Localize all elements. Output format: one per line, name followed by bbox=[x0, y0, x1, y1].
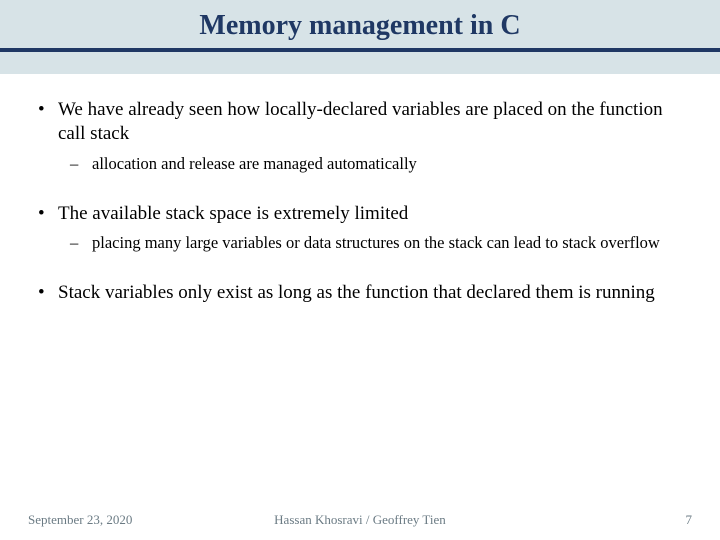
title-band-bottom bbox=[0, 52, 720, 74]
slide: Memory management in C We have already s… bbox=[0, 0, 720, 540]
slide-footer: September 23, 2020 Hassan Khosravi / Geo… bbox=[0, 512, 720, 540]
bullet-item: We have already seen how locally-declare… bbox=[36, 98, 684, 174]
sub-bullet-item: allocation and release are managed autom… bbox=[64, 153, 684, 174]
sub-bullet-list: allocation and release are managed autom… bbox=[58, 153, 684, 174]
title-band: Memory management in C bbox=[0, 0, 720, 74]
sub-bullet-list: placing many large variables or data str… bbox=[58, 232, 684, 253]
slide-content: We have already seen how locally-declare… bbox=[0, 74, 720, 512]
bullet-text: The available stack space is extremely l… bbox=[58, 203, 408, 224]
sub-bullet-text: placing many large variables or data str… bbox=[92, 233, 660, 252]
footer-page-number: 7 bbox=[686, 512, 693, 528]
sub-bullet-text: allocation and release are managed autom… bbox=[92, 154, 417, 173]
bullet-item: The available stack space is extremely l… bbox=[36, 202, 684, 253]
sub-bullet-item: placing many large variables or data str… bbox=[64, 232, 684, 253]
slide-title: Memory management in C bbox=[0, 6, 720, 48]
bullet-text: Stack variables only exist as long as th… bbox=[58, 282, 655, 303]
bullet-list: We have already seen how locally-declare… bbox=[36, 98, 684, 305]
bullet-text: We have already seen how locally-declare… bbox=[58, 99, 663, 144]
bullet-item: Stack variables only exist as long as th… bbox=[36, 281, 684, 305]
footer-date: September 23, 2020 bbox=[28, 512, 132, 528]
